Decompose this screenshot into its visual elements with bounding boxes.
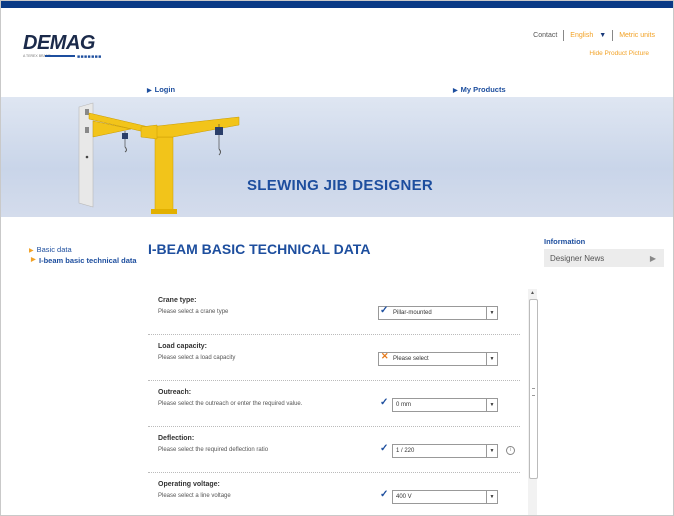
- form-row-load-capacity: Load capacity: Please select a load capa…: [148, 335, 520, 381]
- units-link[interactable]: Metric units: [619, 32, 655, 39]
- login-link[interactable]: ▶ Login: [147, 85, 175, 94]
- logo-dots: ■■■■■■■: [77, 54, 102, 60]
- select-value: 1 / 220: [396, 448, 415, 454]
- arrow-right-icon: ▶: [31, 257, 36, 263]
- technical-data-form: Crane type: Please select a crane type P…: [148, 289, 520, 515]
- field-label: Outreach:: [158, 389, 192, 396]
- top-bar: [1, 1, 673, 8]
- arrow-right-icon: ▶: [147, 88, 152, 94]
- dropdown-arrow-icon[interactable]: ▼: [486, 445, 497, 457]
- designer-news-label: Designer News: [550, 253, 605, 263]
- arrow-right-icon: ▶: [29, 248, 34, 254]
- arrow-right-icon: ▶: [453, 88, 458, 94]
- field-label: Deflection:: [158, 435, 195, 442]
- select-value: Please select: [393, 356, 429, 362]
- chevron-right-icon: ▶: [649, 253, 656, 263]
- field-label: Operating voltage:: [158, 481, 220, 488]
- scroll-up-icon[interactable]: ▲: [528, 289, 537, 297]
- field-hint: Please select a line voltage: [158, 493, 231, 499]
- logo-stripe: [45, 55, 75, 57]
- sidebar-item-label: Basic data: [36, 245, 72, 254]
- load-capacity-select[interactable]: Please select ▼: [378, 352, 498, 366]
- outreach-combobox[interactable]: 0 mm ▼: [392, 398, 498, 412]
- app-window: DEMAG A TEREX BRAND ■■■■■■■ Contact Engl…: [0, 0, 674, 516]
- brand-name: DEMAG: [23, 32, 95, 54]
- form-scrollbar[interactable]: ▲: [528, 289, 538, 515]
- dropdown-arrow-icon[interactable]: ▼: [486, 491, 497, 503]
- check-icon: ✓: [380, 443, 389, 454]
- error-x-icon: ✕: [381, 351, 389, 361]
- check-icon: ✓: [380, 305, 389, 316]
- field-hint: Please select the outreach or enter the …: [158, 401, 303, 407]
- grip-icon: [532, 388, 535, 396]
- dropdown-arrow-icon[interactable]: ▼: [486, 399, 497, 411]
- field-hint: Please select the required deflection ra…: [158, 447, 269, 453]
- check-icon: ✓: [380, 489, 389, 500]
- info-title: Information: [544, 237, 586, 246]
- dropdown-arrow-icon[interactable]: ▼: [486, 307, 497, 319]
- form-row-outreach: Outreach: Please select the outreach or …: [148, 381, 520, 427]
- nav-bar: ▶ Login ▶ My Products: [1, 83, 673, 97]
- my-products-link[interactable]: ▶ My Products: [453, 85, 506, 94]
- select-value: 400 V: [396, 494, 412, 500]
- my-products-label: My Products: [460, 85, 506, 94]
- select-value: Pillar-mounted: [393, 310, 432, 316]
- dropdown-arrow-icon[interactable]: ▼: [486, 353, 497, 365]
- demag-logo[interactable]: DEMAG A TEREX BRAND ■■■■■■■: [23, 32, 101, 60]
- language-select[interactable]: English: [570, 32, 593, 39]
- info-icon[interactable]: i: [506, 446, 515, 455]
- field-hint: Please select a crane type: [158, 309, 229, 315]
- designer-news-item[interactable]: Designer News ▶: [544, 249, 664, 267]
- field-label: Load capacity:: [158, 343, 208, 350]
- banner-title: SLEWING JIB DESIGNER: [247, 177, 434, 194]
- info-panel: Information Designer News ▶: [544, 237, 664, 267]
- form-row-operating-voltage: Operating voltage: Please select a line …: [148, 473, 520, 515]
- divider: [563, 30, 565, 41]
- operating-voltage-select[interactable]: 400 V ▼: [392, 490, 498, 504]
- deflection-select[interactable]: 1 / 220 ▼: [392, 444, 498, 458]
- contact-link[interactable]: Contact: [533, 32, 557, 39]
- sidebar-item-basic-data[interactable]: ▶ Basic data: [29, 245, 139, 254]
- page-title: I-BEAM BASIC TECHNICAL DATA: [148, 241, 371, 257]
- field-hint: Please select a load capacity: [158, 355, 236, 361]
- select-value: 0 mm: [396, 402, 411, 408]
- scroll-thumb[interactable]: [529, 299, 538, 479]
- sidebar: ▶ Basic data ▶ I-beam basic technical data: [29, 245, 139, 265]
- form-row-deflection: Deflection: Please select the required d…: [148, 427, 520, 473]
- crane-type-select[interactable]: Pillar-mounted ▼: [378, 306, 498, 320]
- top-links: Contact English ▼ Metric units: [533, 30, 655, 41]
- sidebar-item-label: I-beam basic technical data: [39, 256, 137, 265]
- check-icon: ✓: [380, 397, 389, 408]
- divider: [612, 30, 614, 41]
- login-label: Login: [154, 85, 176, 94]
- crane-illustration: [78, 102, 240, 214]
- field-label: Crane type:: [158, 297, 197, 304]
- form-row-crane-type: Crane type: Please select a crane type P…: [148, 289, 520, 335]
- hero-banner: SLEWING JIB DESIGNER: [1, 97, 673, 217]
- chevron-down-icon[interactable]: ▼: [599, 32, 606, 39]
- header: DEMAG A TEREX BRAND ■■■■■■■ Contact Engl…: [1, 8, 673, 88]
- hide-product-picture-link[interactable]: Hide Product Picture: [589, 50, 649, 57]
- sidebar-item-ibeam-data[interactable]: ▶ I-beam basic technical data: [29, 256, 139, 265]
